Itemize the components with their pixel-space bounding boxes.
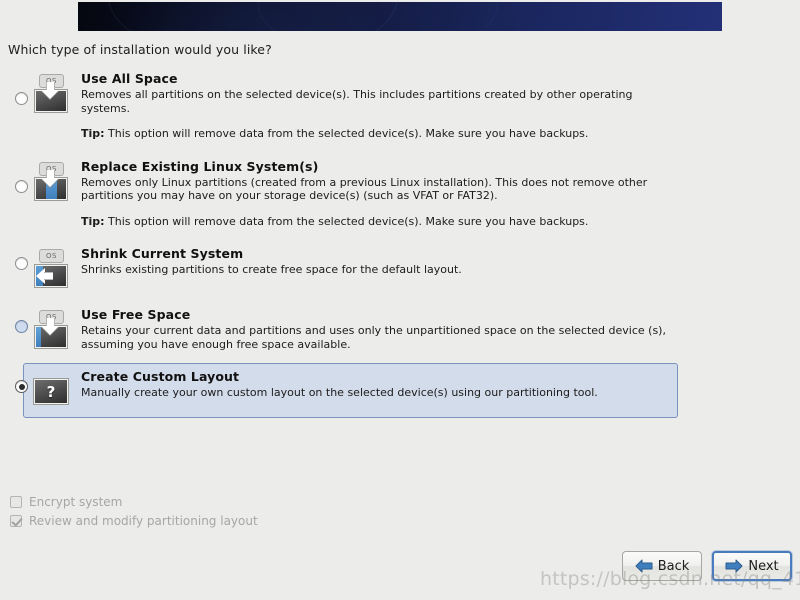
installer-banner [78, 2, 722, 31]
option-title: Use All Space [81, 71, 178, 86]
next-button-label: Next [748, 558, 779, 574]
option-row-use-all-space[interactable]: OS Use All Space Removes all partitions … [0, 62, 800, 150]
os-tag-label: OS [39, 249, 64, 263]
banner-arc-decoration-secondary [258, 2, 498, 31]
back-button[interactable]: Back [622, 551, 702, 581]
option-description: Manually create your own custom layout o… [81, 386, 598, 399]
disk-question-mark-icon: ? [30, 372, 72, 412]
radio-shrink-current-system[interactable] [15, 257, 28, 270]
radio-use-all-space[interactable] [15, 92, 28, 105]
option-tip-label: Tip: [81, 214, 105, 228]
encrypt-system-checkbox[interactable] [10, 495, 22, 508]
radio-use-free-space[interactable] [15, 320, 28, 333]
arrow-right-icon [725, 559, 743, 573]
partitioning-options-checkbox-group: Encrypt system Review and modify partiti… [10, 492, 258, 530]
arrow-left-icon [635, 559, 653, 573]
option-description: Shrinks existing partitions to create fr… [81, 263, 462, 276]
option-row-create-custom-layout[interactable]: ? Create Custom Layout Manually create y… [0, 360, 800, 421]
back-button-label: Back [657, 558, 690, 574]
option-tip-text: This option will remove data from the se… [104, 214, 589, 228]
option-description: Retains your current data and partitions… [81, 324, 666, 351]
installation-type-option-list: OS Use All Space Removes all partitions … [0, 62, 800, 421]
option-title: Replace Existing Linux System(s) [81, 158, 319, 174]
option-tip: Tip: This option will remove data from t… [81, 215, 671, 229]
disk-arrow-left-blue-icon: OS [30, 249, 72, 289]
option-description: Removes all partitions on the selected d… [81, 88, 633, 115]
radio-replace-existing-linux[interactable] [15, 179, 28, 193]
review-modify-partitioning-checkbox[interactable] [10, 514, 22, 527]
drive-body: ? [33, 378, 69, 405]
navigation-button-bar: Back Next [622, 551, 792, 581]
option-row-use-free-space[interactable]: OS Use Free Space Retains your current d… [0, 298, 800, 360]
disk-arrow-down-blue-center-icon: OS [30, 161, 72, 202]
question-mark-glyph: ? [46, 382, 56, 401]
option-title: Shrink Current System [81, 246, 244, 261]
review-modify-partitioning-label: Review and modify partitioning layout [29, 513, 258, 528]
option-tip-label: Tip: [81, 127, 105, 140]
page-title: Which type of installation would you lik… [8, 42, 272, 57]
option-title: Use Free Space [81, 307, 191, 322]
disk-arrow-down-blue-left-icon: OS [30, 310, 72, 350]
option-row-replace-existing-linux[interactable]: OS Replace Existing Linux System(s) Remo… [0, 150, 800, 238]
option-tip-text: This option will remove data from the se… [104, 127, 589, 140]
header-banner-area [0, 0, 800, 32]
option-title: Create Custom Layout [81, 369, 240, 384]
next-button[interactable]: Next [712, 551, 792, 581]
option-row-shrink-current-system[interactable]: OS Shrink Current System Shrinks existin… [0, 237, 800, 298]
checkbox-row-review-modify-partitioning[interactable]: Review and modify partitioning layout [10, 511, 258, 530]
option-tip: Tip: This option will remove data from t… [81, 127, 671, 141]
option-description: Removes only Linux partitions (created f… [81, 175, 648, 203]
encrypt-system-label: Encrypt system [29, 494, 123, 509]
checkbox-row-encrypt-system[interactable]: Encrypt system [10, 492, 258, 511]
disk-arrow-down-icon: OS [30, 74, 72, 114]
radio-create-custom-layout[interactable] [15, 380, 28, 393]
